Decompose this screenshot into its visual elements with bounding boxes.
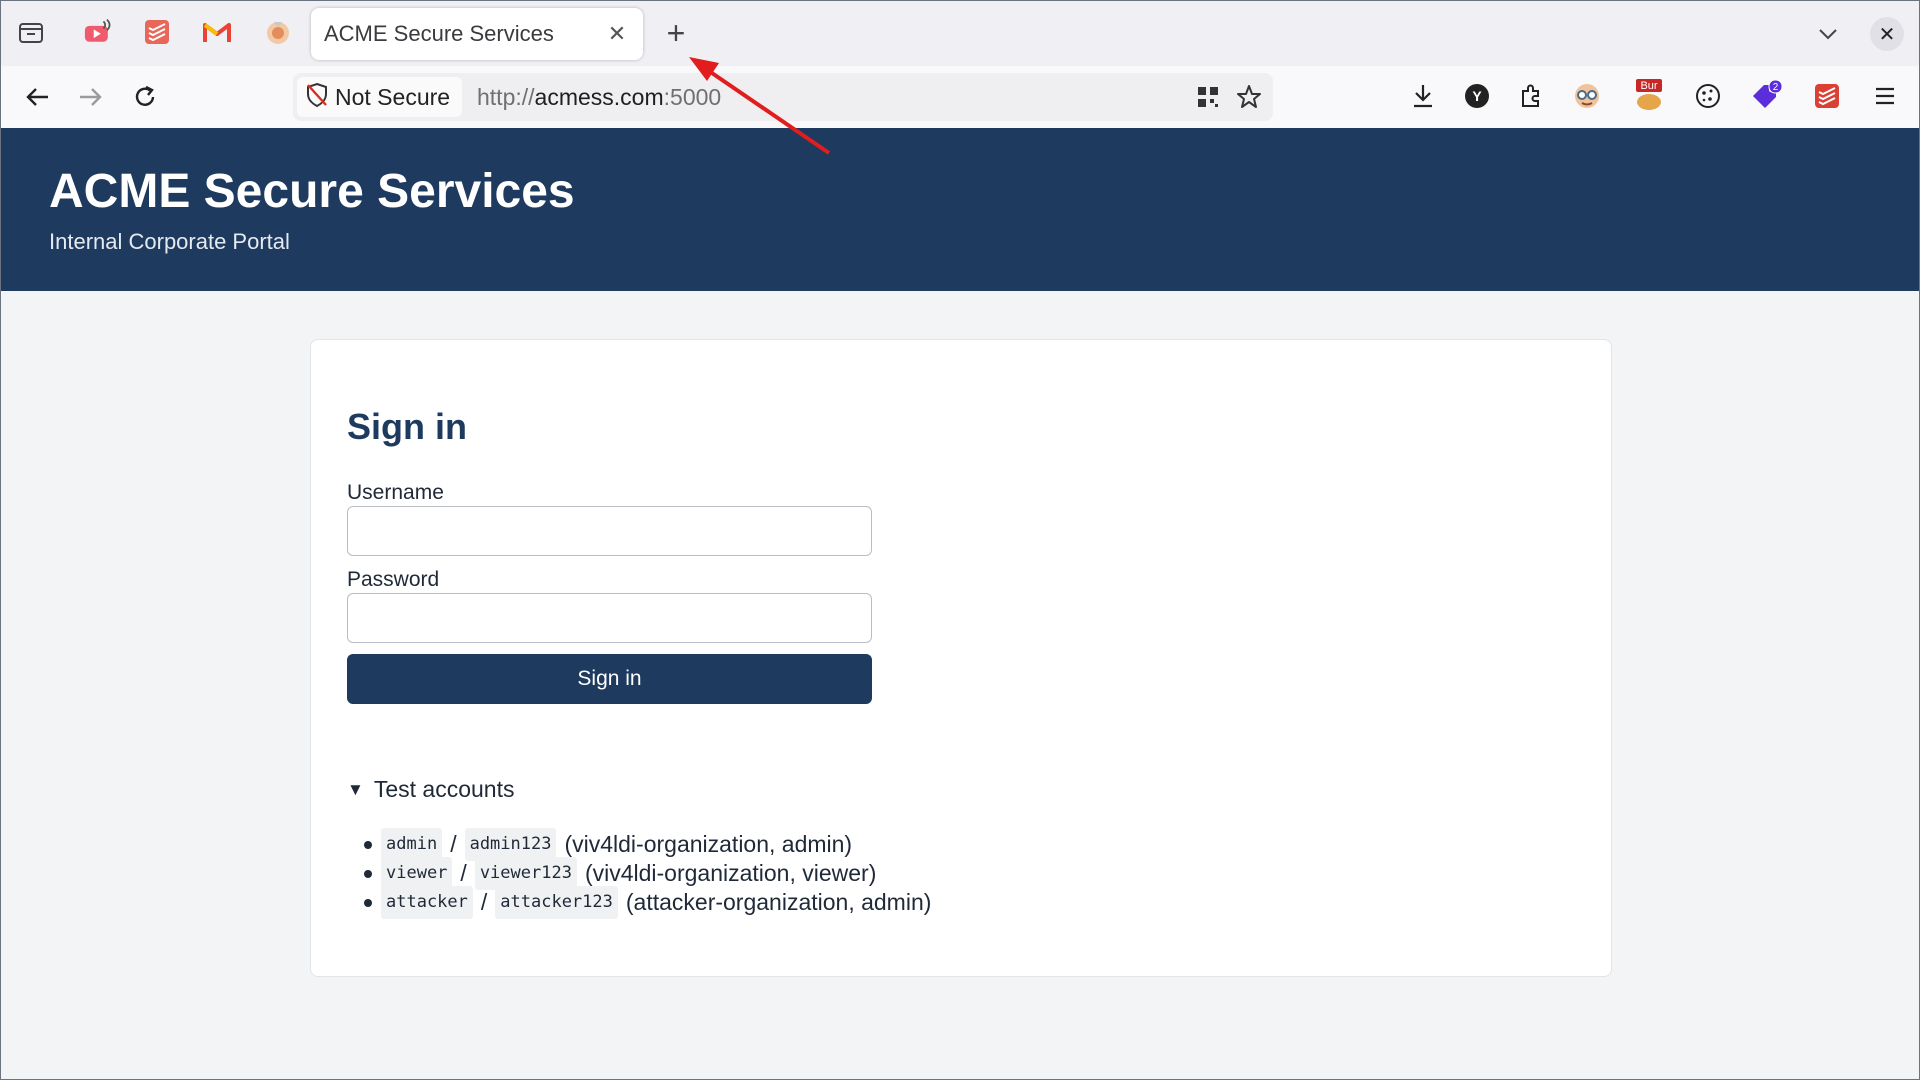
list-item: admin / admin123 (viv4ldi-organization, … — [364, 828, 931, 861]
bur-badge: Bur — [1640, 80, 1657, 92]
extension-tab-icon[interactable] — [263, 17, 293, 47]
reload-icon[interactable] — [128, 80, 162, 114]
youtube-audio-icon[interactable] — [84, 17, 114, 47]
chevron-down-icon[interactable] — [1813, 19, 1843, 49]
separator: / — [460, 860, 467, 886]
site-header: ACME Secure Services Internal Corporate … — [1, 128, 1919, 291]
username-input[interactable] — [347, 506, 872, 556]
download-icon[interactable] — [1405, 78, 1441, 114]
username-label: Username — [347, 481, 444, 504]
tab-title: ACME Secure Services — [324, 21, 554, 46]
signin-button[interactable]: Sign in — [347, 654, 872, 704]
todoist-extension-icon[interactable] — [1809, 78, 1845, 114]
list-item: attacker / attacker123 (attacker-organiz… — [364, 886, 932, 919]
y-letter: Y — [1472, 88, 1482, 104]
list-item: viewer / viewer123 (viv4ldi-organization… — [364, 857, 931, 890]
puzzle-extensions-icon[interactable] — [1513, 78, 1549, 114]
back-arrow-icon[interactable] — [20, 80, 54, 114]
y-extension-icon[interactable]: Y — [1459, 78, 1495, 114]
shield-off-icon — [305, 82, 329, 113]
test-accounts-summary: Test accounts — [373, 776, 515, 802]
navigation-bar: Not Secure http://acmess.com:5000 Y Bur — [1, 66, 1919, 128]
burger-extension-icon[interactable]: Bur — [1631, 78, 1667, 114]
caret-down-icon: ▼ — [347, 779, 364, 799]
account-note: (viv4ldi-organization, viewer) — [584, 860, 877, 886]
url-scheme: http:// — [477, 84, 535, 110]
tab-strip: ACME Secure Services ✕ + ✕ — [1, 1, 1919, 66]
signin-heading: Sign in — [347, 406, 467, 447]
url-bar[interactable]: Not Secure http://acmess.com:5000 — [293, 73, 1273, 121]
test-accounts-toggle[interactable]: ▼ Test accounts — [347, 776, 514, 803]
tab-acme[interactable]: ACME Secure Services ✕ — [311, 8, 643, 60]
password-input[interactable] — [347, 593, 872, 643]
test-accounts-list: admin / admin123 (viv4ldi-organization, … — [364, 828, 932, 919]
bookmark-star-icon[interactable] — [1233, 81, 1265, 113]
signin-card: Sign in Username Password Sign in ▼ Test… — [310, 339, 1612, 977]
site-subtitle: Internal Corporate Portal — [49, 229, 290, 254]
window-close-button[interactable]: ✕ — [1870, 17, 1904, 51]
browser-window: ACME Secure Services ✕ + ✕ Not Secure ht… — [0, 0, 1920, 1080]
account-note: (attacker-organization, admin) — [625, 889, 932, 915]
forward-arrow-icon[interactable] — [74, 80, 108, 114]
separator: / — [480, 889, 488, 915]
site-title: ACME Secure Services — [49, 165, 575, 218]
tab-overview-icon[interactable] — [16, 17, 46, 47]
separator: / — [450, 831, 457, 857]
qr-code-icon[interactable] — [1192, 81, 1224, 113]
bullet — [364, 841, 372, 849]
cookie-icon[interactable] — [1690, 78, 1726, 114]
todoist-icon[interactable] — [142, 17, 172, 47]
url-text[interactable]: http://acmess.com:5000 — [477, 84, 721, 111]
new-tab-button[interactable]: + — [661, 17, 691, 49]
url-port: :5000 — [663, 84, 722, 110]
bullet — [364, 899, 372, 907]
account-note: (viv4ldi-organization, admin) — [564, 831, 853, 857]
gmail-icon[interactable] — [202, 17, 232, 47]
password-label: Password — [347, 568, 440, 591]
tag-extension-icon[interactable]: 2 — [1749, 78, 1785, 114]
count-badge: 2 — [1773, 82, 1779, 93]
tab-close-icon[interactable]: ✕ — [605, 21, 629, 46]
url-host: acmess.com — [534, 84, 664, 110]
not-secure-label: Not Secure — [335, 83, 451, 110]
bullet — [364, 870, 372, 878]
site-security-indicator[interactable]: Not Secure — [297, 77, 463, 117]
account-username: attacker — [381, 886, 473, 919]
account-password: attacker123 — [495, 886, 618, 919]
hamburger-menu-icon[interactable] — [1867, 78, 1903, 114]
glasses-face-extension-icon[interactable] — [1569, 78, 1605, 114]
